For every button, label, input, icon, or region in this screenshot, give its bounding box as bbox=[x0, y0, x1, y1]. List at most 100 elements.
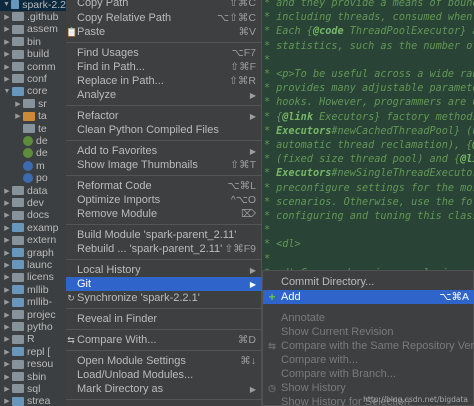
collapse-arrow-icon[interactable]: ▶ bbox=[3, 63, 11, 71]
collapse-arrow-icon[interactable]: ▶ bbox=[3, 348, 11, 356]
collapse-arrow-icon[interactable]: ▶ bbox=[3, 236, 11, 244]
menu-item-rebuild-spark-parent-2-11[interactable]: Rebuild ... 'spark-parent_2.11' ⇧⌘F9 bbox=[66, 242, 262, 256]
collapse-arrow-icon[interactable]: ▶ bbox=[3, 211, 11, 219]
tree-item[interactable]: ▶ sbin bbox=[0, 370, 66, 383]
menu-item-copy-path[interactable]: Copy Path ⇧⌘C bbox=[66, 0, 262, 10]
tree-item[interactable]: ▶ sr bbox=[0, 97, 66, 110]
tree-item[interactable]: m bbox=[0, 159, 66, 172]
watermark-text: http://blog.csdn.net/bigdata bbox=[363, 395, 468, 404]
folder-icon bbox=[12, 310, 24, 319]
menu-item-mark-directory-as[interactable]: Mark Directory as ▶ bbox=[66, 382, 262, 396]
collapse-arrow-icon[interactable]: ▶ bbox=[14, 112, 22, 120]
collapse-arrow-icon[interactable]: ▶ bbox=[3, 187, 11, 195]
tree-item[interactable]: ▶ resou bbox=[0, 358, 66, 371]
tree-item[interactable]: ▶ build bbox=[0, 48, 66, 61]
tree-item[interactable]: ▶ launc bbox=[0, 258, 66, 271]
collapse-arrow-icon[interactable]: ▶ bbox=[3, 385, 11, 393]
menu-item-add-to-favorites[interactable]: Add to Favorites ▶ bbox=[66, 144, 262, 158]
code-text: statistics, such as the number of com bbox=[276, 40, 474, 52]
collapse-arrow-icon[interactable]: ▶ bbox=[3, 298, 11, 306]
collapse-arrow-icon[interactable]: ▶ bbox=[3, 360, 11, 368]
tree-item[interactable]: ▶ data bbox=[0, 184, 66, 197]
menu-item-replace-in-path[interactable]: Replace in Path... ⇧⌘R bbox=[66, 74, 262, 88]
collapse-arrow-icon[interactable]: ▶ bbox=[3, 397, 11, 405]
git-submenu: Commit Directory... + Add ⌥⌘A Annotate Show C… bbox=[262, 270, 474, 406]
collapse-arrow-icon[interactable]: ▶ bbox=[3, 38, 11, 46]
tree-item[interactable]: ▶ mllib bbox=[0, 283, 66, 296]
menu-item-reformat-code[interactable]: Reformat Code ⌥⌘L bbox=[66, 179, 262, 193]
menu-item-refactor[interactable]: Refactor ▶ bbox=[66, 109, 262, 123]
tree-item[interactable]: ▶ extern bbox=[0, 234, 66, 247]
collapse-arrow-icon[interactable]: ▶ bbox=[3, 323, 11, 331]
history-icon: ◷ bbox=[268, 382, 276, 393]
expand-arrow-icon[interactable]: ▼ bbox=[3, 88, 11, 95]
menu-item-open-module-settings[interactable]: Open Module Settings ⌘↓ bbox=[66, 354, 262, 368]
menu-item-copy-relative-path[interactable]: Copy Relative Path ⌥⇧⌘C bbox=[66, 11, 262, 25]
tree-item[interactable]: ▼ spark-2.2 bbox=[0, 0, 66, 11]
menu-item-synchronize-spark-2-2-1[interactable]: ↻ Synchronize 'spark-2.2.1' bbox=[66, 291, 262, 305]
tree-item[interactable]: ▶ ta bbox=[0, 110, 66, 123]
tree-item[interactable]: te bbox=[0, 122, 66, 135]
collapse-arrow-icon[interactable]: ▶ bbox=[3, 286, 11, 294]
git-menu-item-commit-directory[interactable]: Commit Directory... bbox=[263, 275, 474, 289]
collapse-arrow-icon[interactable]: ▶ bbox=[3, 25, 11, 33]
tree-item[interactable]: ▶ sql bbox=[0, 382, 66, 395]
menu-item-build-module-spark-parent-2-11[interactable]: Build Module 'spark-parent_2.11' bbox=[66, 228, 262, 242]
code-text: automatic thread reclamation), {@link bbox=[276, 140, 474, 151]
menu-item-compare-with[interactable]: ⇆ Compare With... ⌘D bbox=[66, 333, 262, 347]
collapse-arrow-icon[interactable]: ▶ bbox=[14, 100, 22, 108]
tree-item[interactable]: ▶ repl [ bbox=[0, 345, 66, 358]
git-menu-item-add[interactable]: + Add ⌥⌘A bbox=[263, 290, 474, 304]
tree-item[interactable]: ▶ docs bbox=[0, 209, 66, 222]
collapse-arrow-icon[interactable]: ▶ bbox=[3, 311, 11, 319]
collapse-arrow-icon[interactable]: ▶ bbox=[3, 224, 11, 232]
collapse-arrow-icon[interactable]: ▶ bbox=[3, 249, 11, 257]
tree-item[interactable]: ▶ licens bbox=[0, 271, 66, 284]
tree-item[interactable]: ▶ R bbox=[0, 333, 66, 346]
collapse-arrow-icon[interactable]: ▶ bbox=[3, 75, 11, 83]
collapse-arrow-icon[interactable]: ▶ bbox=[3, 13, 11, 21]
tree-item[interactable]: ▼ core bbox=[0, 85, 66, 98]
tree-item[interactable]: ▶ mllib- bbox=[0, 296, 66, 309]
menu-item-load-unload-modules[interactable]: Load/Unload Modules... bbox=[66, 368, 262, 382]
collapse-arrow-icon[interactable]: ▶ bbox=[3, 50, 11, 58]
comment-star: * bbox=[264, 225, 271, 237]
menu-item-git[interactable]: Git ▶ bbox=[66, 277, 262, 291]
menu-item-label: Paste bbox=[77, 26, 106, 38]
tree-item[interactable]: ▶ strea bbox=[0, 395, 66, 406]
menu-item-show-image-thumbnails[interactable]: Show Image Thumbnails ⇧⌘T bbox=[66, 158, 262, 172]
collapse-arrow-icon[interactable]: ▶ bbox=[3, 373, 11, 381]
menu-item-paste[interactable]: 📋 Paste ⌘V bbox=[66, 25, 262, 39]
tree-item[interactable]: ▶ bin bbox=[0, 35, 66, 48]
menu-item-clean-python-compiled-files[interactable]: Clean Python Compiled Files bbox=[66, 123, 262, 137]
menu-item-reveal-in-finder[interactable]: Reveal in Finder bbox=[66, 312, 262, 326]
code-line: * hooks. However, programmers are urged bbox=[264, 97, 474, 111]
collapse-arrow-icon[interactable]: ▶ bbox=[3, 273, 11, 281]
tree-item[interactable]: ▶ .github bbox=[0, 10, 66, 23]
collapse-arrow-icon[interactable]: ▶ bbox=[3, 335, 11, 343]
tree-item[interactable]: ▶ conf bbox=[0, 72, 66, 85]
tree-item[interactable]: ▶ graph bbox=[0, 246, 66, 259]
tree-item[interactable]: ▶ examp bbox=[0, 221, 66, 234]
menu-item-local-history[interactable]: Local History ▶ bbox=[66, 263, 262, 277]
tree-item[interactable]: ▶ pytho bbox=[0, 320, 66, 333]
collapse-arrow-icon[interactable]: ▶ bbox=[3, 261, 11, 269]
menu-item-shortcut: ⌘↓ bbox=[240, 355, 256, 367]
menu-item-optimize-imports[interactable]: Optimize Imports ^⌥O bbox=[66, 193, 262, 207]
menu-item-analyze[interactable]: Analyze ▶ bbox=[66, 88, 262, 102]
tree-item[interactable]: ▶ projec bbox=[0, 308, 66, 321]
collapse-arrow-icon[interactable]: ▶ bbox=[3, 199, 11, 207]
menu-item-find-in-path[interactable]: Find in Path... ⇧⌘F bbox=[66, 60, 262, 74]
tree-item[interactable]: de bbox=[0, 134, 66, 147]
code-line: * scenarios. Otherwise, use the followi bbox=[264, 197, 474, 211]
tree-item[interactable]: ▶ assem bbox=[0, 23, 66, 36]
tree-item[interactable]: po bbox=[0, 172, 66, 185]
tree-item[interactable]: ▶ comm bbox=[0, 60, 66, 73]
menu-item-remove-module[interactable]: Remove Module ⌦ bbox=[66, 207, 262, 221]
folder-icon bbox=[12, 347, 24, 357]
menu-item-find-usages[interactable]: Find Usages ⌥F7 bbox=[66, 46, 262, 60]
folder-icon bbox=[12, 210, 24, 220]
tree-item[interactable]: ▶ dev bbox=[0, 196, 66, 209]
tree-item[interactable]: de bbox=[0, 147, 66, 160]
expand-arrow-icon[interactable]: ▼ bbox=[3, 1, 10, 8]
